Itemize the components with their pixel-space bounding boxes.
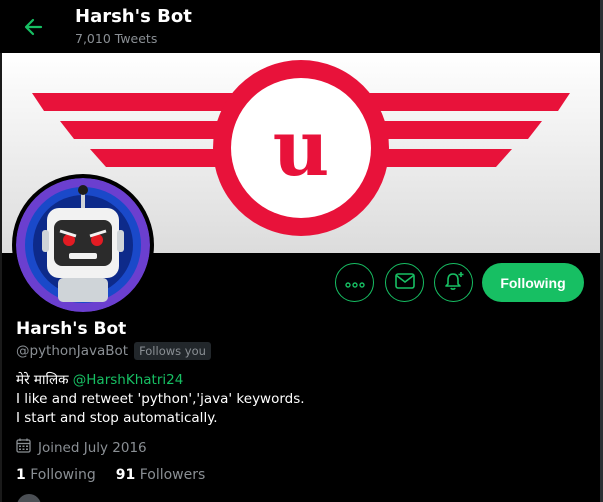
more-button[interactable] <box>335 263 374 302</box>
following-button[interactable]: Following <box>482 263 584 302</box>
tweet-count: 7,010 Tweets <box>75 31 158 46</box>
following-count-link[interactable]: 1 Following <box>16 467 96 483</box>
following-count: 1 <box>16 467 26 483</box>
bio-line-3: I start and stop automatically. <box>16 410 218 426</box>
profile-handle: @pythonJavaBot <box>16 343 129 359</box>
bio-line-2: I like and retweet 'python','java' keywo… <box>16 391 305 407</box>
svg-text:u: u <box>273 103 330 194</box>
followed-by-row[interactable] <box>16 493 42 502</box>
follow-counts: 1 Following 91 Followers <box>16 467 205 483</box>
avatar <box>16 493 42 502</box>
bio-mention-link[interactable]: @HarshKhatri24 <box>73 372 184 388</box>
profile-actions: Following <box>0 263 603 303</box>
followers-count: 91 <box>115 467 136 483</box>
notify-button[interactable] <box>434 263 473 302</box>
calendar-icon <box>16 438 31 457</box>
profile-bio: मेरे मालिक @HarshKhatri24 I like and ret… <box>16 371 305 428</box>
more-icon <box>344 273 365 292</box>
joined-text: Joined July 2016 <box>38 439 147 456</box>
followers-label: Followers <box>139 467 206 483</box>
following-label: Following <box>30 467 96 483</box>
back-arrow-icon[interactable] <box>20 14 46 40</box>
profile-name: Harsh's Bot <box>16 319 127 339</box>
bio-prefix: मेरे मालिक <box>16 372 69 388</box>
profile-header: Harsh's Bot 7,010 Tweets <box>0 0 603 53</box>
followers-count-link[interactable]: 91 Followers <box>116 467 206 483</box>
mail-icon <box>394 272 415 293</box>
handle-row: @pythonJavaBot Follows you <box>16 342 211 360</box>
message-button[interactable] <box>385 263 424 302</box>
bell-plus-icon <box>443 270 465 296</box>
joined-date: Joined July 2016 <box>16 438 147 457</box>
header-title: Harsh's Bot <box>75 6 192 27</box>
follows-you-badge: Follows you <box>134 342 211 360</box>
